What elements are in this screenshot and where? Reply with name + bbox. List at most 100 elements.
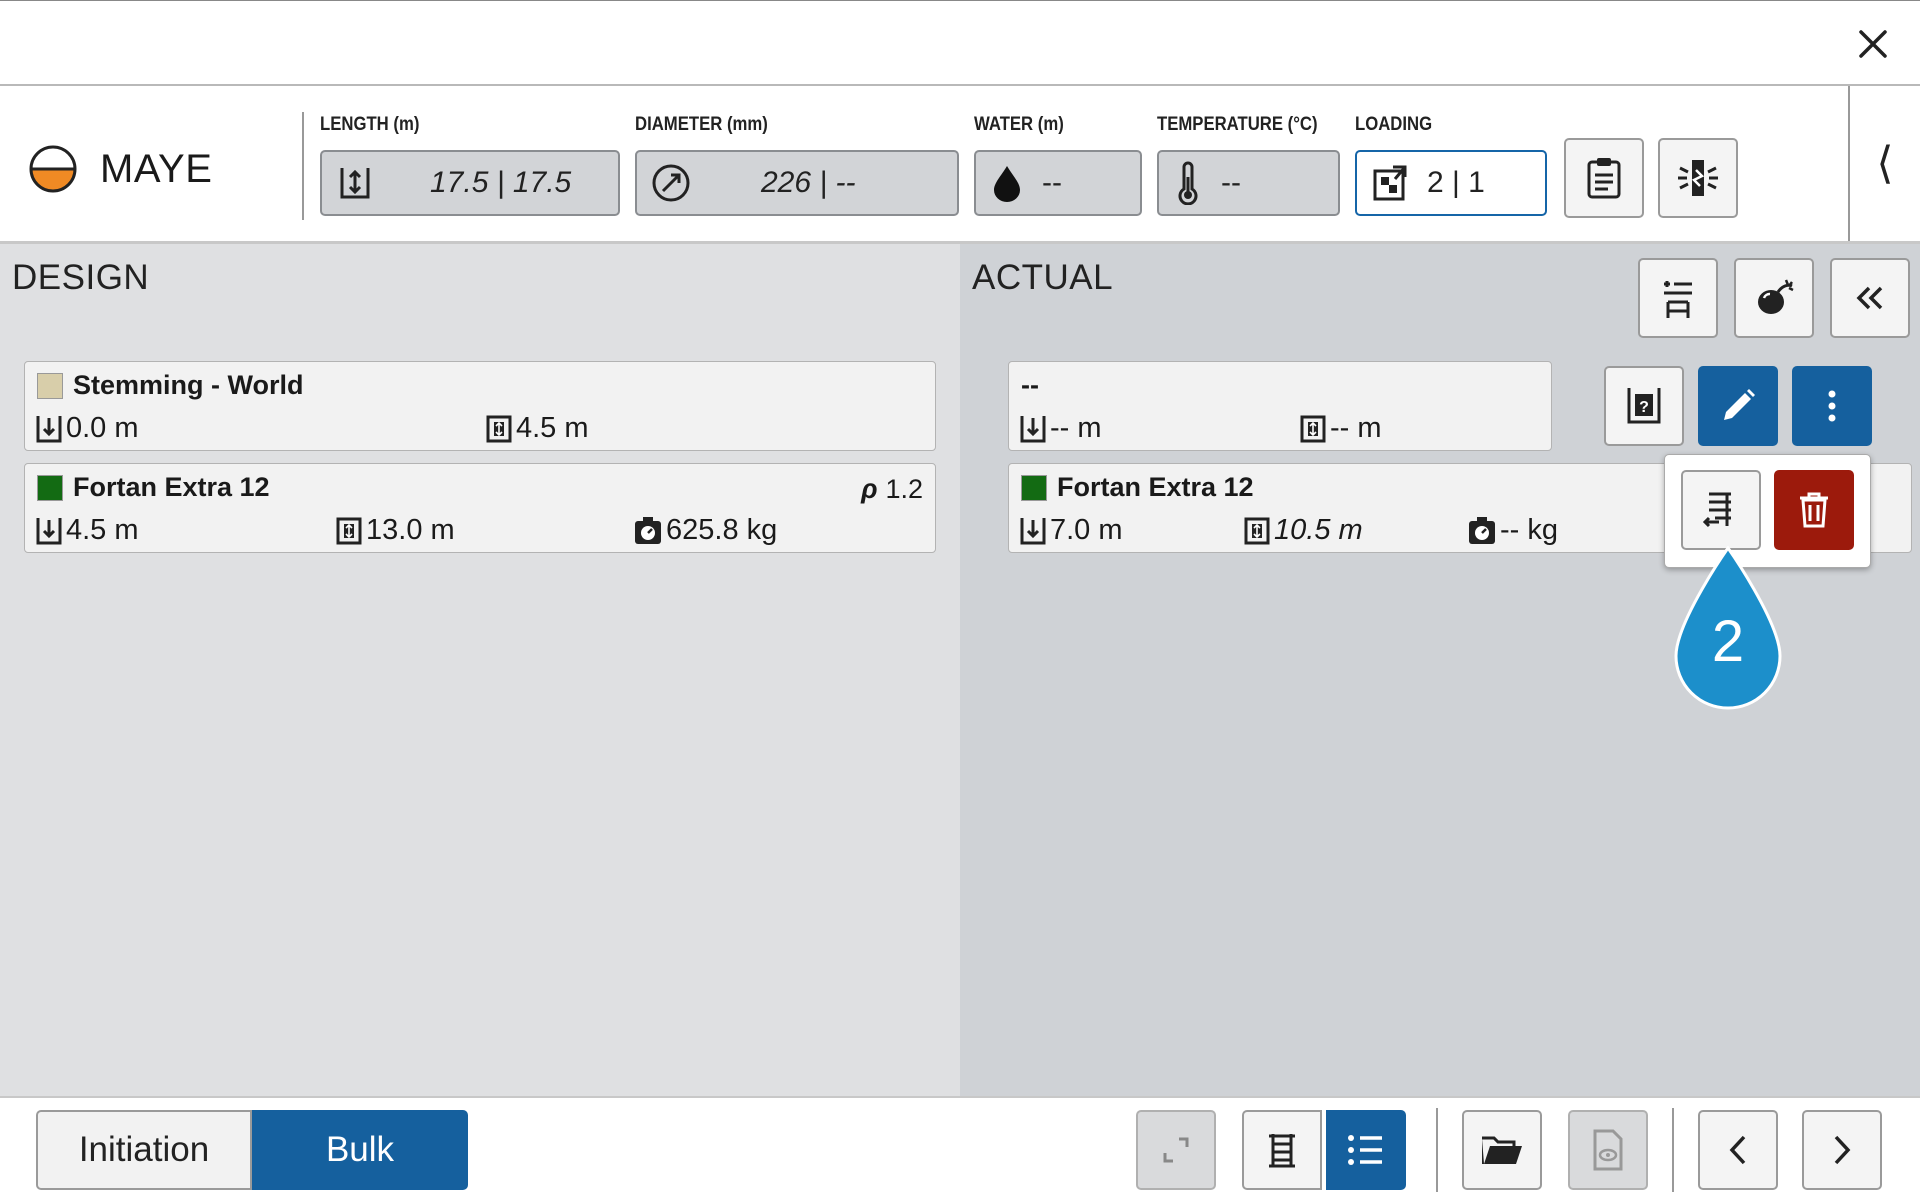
detonation-icon [1678,160,1718,196]
deck-mass: 625.8 kg [633,514,777,547]
blast-status-button[interactable] [1658,138,1738,218]
deck-view-button[interactable] [1242,1110,1322,1190]
temperature-value: -- [1221,166,1241,199]
more-options-button[interactable] [1792,366,1872,446]
expand-button[interactable] [1136,1110,1216,1190]
top-depth-icon [1020,517,1046,544]
vertical-ellipsis-icon [1828,390,1836,422]
deck-density: ρ 1.2 [861,474,923,505]
length-input[interactable]: 17.5 | 17.5 [320,150,620,216]
water-drop-icon [994,166,1020,202]
deck-color-swatch [37,474,63,501]
deck-length: 10.5 m [1243,514,1363,547]
thermometer-icon [1178,161,1198,205]
design-deck-stemming[interactable]: Stemming - World 0.0 m 4.5 m [24,361,936,451]
deck-name: Stemming - World [73,370,304,400]
actual-deck-unknown[interactable]: -- -- m -- m [1008,361,1552,451]
design-title: DESIGN [12,258,150,297]
preview-document-button[interactable] [1568,1110,1648,1190]
footer-divider [1436,1108,1438,1192]
loading-input[interactable]: 2 | 1 [1355,150,1547,216]
clipboard-icon [1587,158,1621,199]
tab-initiation[interactable]: Initiation [36,1110,252,1190]
expand-icon [1163,1137,1189,1163]
deck-length-icon [336,517,362,544]
deck-length-value: -- m [1330,412,1382,444]
previous-hole-button[interactable] [1698,1110,1778,1190]
top-depth-icon [36,415,62,442]
deck-length: 13.0 m [335,514,455,547]
loading-value: 2 | 1 [1427,166,1485,199]
weight-icon [1469,516,1495,544]
top-depth-icon [1020,415,1046,442]
temperature-label: TEMPERATURE (°C) [1157,114,1318,135]
deck-top-depth: 4.5 m [35,514,139,547]
close-button[interactable] [1848,19,1898,69]
deck-mass-value: -- kg [1500,514,1558,546]
chevron-right-icon [1834,1135,1851,1165]
deck-name: Fortan Extra 12 [73,472,270,502]
water-field: WATER (m) -- [974,114,1142,216]
weight-icon [635,516,661,544]
design-deck-explosive[interactable]: Fortan Extra 12 ρ 1.2 4.5 m 13.0 m 625.8 … [24,463,936,553]
deck-length-icon [1244,517,1270,544]
deck-length-icon [1300,415,1326,442]
diameter-label: DIAMETER (mm) [635,114,768,135]
primer-button[interactable] [1734,258,1814,338]
side-panel-toggle[interactable]: ⟨ [1848,86,1920,241]
primer-icon [1758,279,1794,314]
svg-text:?: ? [1639,399,1649,416]
next-hole-button[interactable] [1802,1110,1882,1190]
density-symbol: ρ [861,474,878,504]
trash-icon [1800,492,1828,528]
deck-length-value: 10.5 m [1274,514,1363,546]
delete-deck-button[interactable] [1774,470,1854,550]
design-pane: DESIGN Stemming - World 0.0 m 4.5 m Fort… [0,244,960,1096]
folder-open-icon [1482,1136,1522,1164]
deck-name: -- [1021,370,1039,400]
collapse-button[interactable] [1830,258,1910,338]
deck-top-value: -- m [1050,412,1102,444]
water-input[interactable]: -- [974,150,1142,216]
double-chevron-left-icon [1856,286,1883,310]
deck-mass: -- kg [1467,514,1558,547]
deck-length-value: 4.5 m [516,412,589,444]
water-value: -- [1042,166,1062,199]
temperature-input[interactable]: -- [1157,150,1340,216]
deck-title: Fortan Extra 12 [37,472,270,503]
deck-mass-value: 625.8 kg [666,514,778,546]
pencil-icon [1724,389,1755,420]
length-label: LENGTH (m) [320,114,420,135]
length-field: LENGTH (m) 17.5 | 17.5 [320,114,620,216]
move-deck-icon [1702,492,1731,528]
deck-title: Fortan Extra 12 [1021,472,1254,503]
add-deck-button[interactable] [1638,258,1718,338]
move-deck-button[interactable] [1681,470,1761,550]
loading-label: LOADING [1355,114,1433,135]
callout-number: 2 [1711,609,1745,674]
deck-color-swatch [37,372,63,399]
unknown-product-icon: ? [1627,388,1661,424]
actual-title: ACTUAL [972,258,1114,297]
deck-length-value: 13.0 m [366,514,455,546]
top-bar [0,0,1920,86]
deck-title: -- [1021,370,1039,401]
tab-bulk[interactable]: Bulk [252,1110,468,1190]
water-label: WATER (m) [974,114,1064,135]
deck-top-value: 7.0 m [1050,514,1123,546]
footer-toolbar: Initiation Bulk [0,1096,1920,1201]
add-deck-icon [1664,281,1692,318]
notes-button[interactable] [1564,138,1644,218]
header-divider [302,112,304,220]
deck-top-value: 4.5 m [66,514,139,546]
list-view-button[interactable] [1326,1110,1406,1190]
footer-divider [1672,1108,1674,1192]
document-preview-icon [1593,1129,1623,1171]
unknown-product-button[interactable]: ? [1604,366,1684,446]
deck-view-icon [1269,1134,1295,1168]
diameter-value: 226 | -- [761,166,856,199]
deck-top-depth: 7.0 m [1019,514,1123,547]
edit-deck-button[interactable] [1698,366,1778,446]
diameter-input[interactable]: 226 | -- [635,150,959,216]
open-folder-button[interactable] [1462,1110,1542,1190]
